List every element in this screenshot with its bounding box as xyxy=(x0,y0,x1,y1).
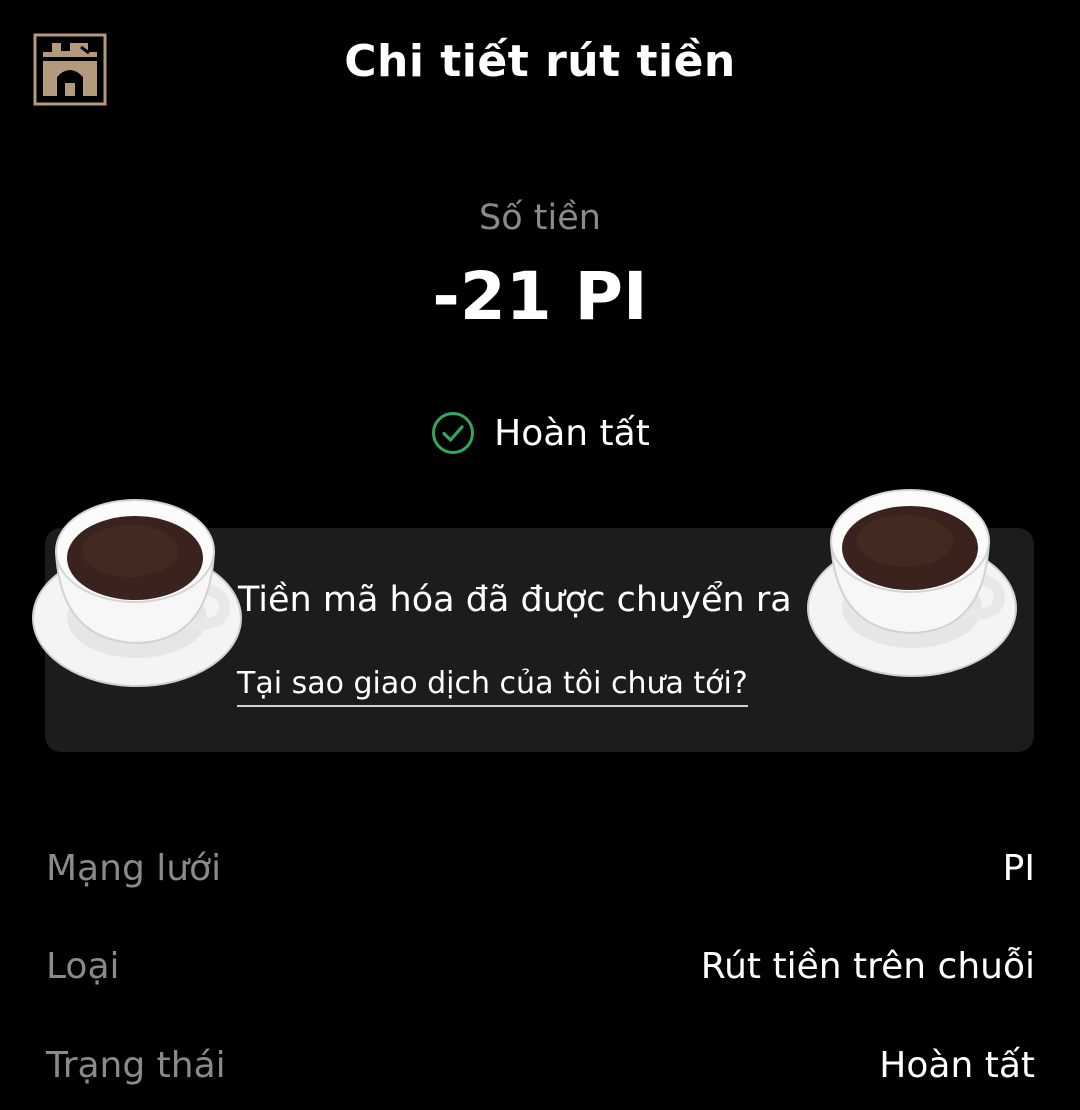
detail-label: Mạng lưới xyxy=(46,848,222,889)
detail-label: Loại xyxy=(46,946,120,987)
coffee-cup-icon xyxy=(32,499,242,687)
page-title: Chi tiết rút tiền xyxy=(344,36,736,87)
status-text: Hoàn tất xyxy=(494,412,650,454)
check-circle-icon xyxy=(432,412,475,454)
amount-label: Số tiền xyxy=(479,198,601,238)
detail-value: Rút tiền trên chuỗi xyxy=(700,946,1035,987)
detail-row-network: Mạng lưới PI xyxy=(46,848,1035,889)
detail-value: PI xyxy=(1002,848,1035,889)
amount-value: -21 PI xyxy=(432,258,648,335)
detail-value: Hoàn tất xyxy=(879,1045,1035,1086)
detail-row-type: Loại Rút tiền trên chuỗi xyxy=(46,946,1035,987)
coffee-cup-icon xyxy=(807,489,1017,677)
detail-row-status: Trạng thái Hoàn tất xyxy=(46,1045,1035,1086)
why-not-arrived-link[interactable]: Tại sao giao dịch của tôi chưa tới? xyxy=(237,666,748,707)
status-row: Hoàn tất xyxy=(0,410,1080,456)
info-card-message: Tiền mã hóa đã được chuyển ra xyxy=(238,580,792,620)
detail-label: Trạng thái xyxy=(46,1045,226,1086)
